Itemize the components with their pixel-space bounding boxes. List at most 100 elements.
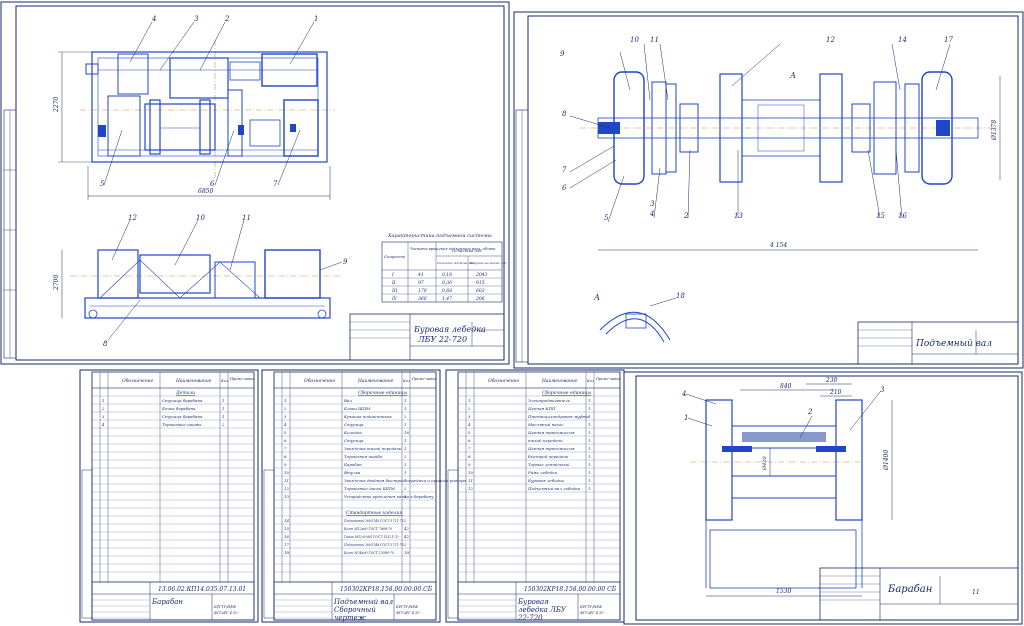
spec-item-qty: 1 bbox=[222, 414, 225, 419]
spec-item-qty: 2 bbox=[221, 422, 225, 427]
spec-code: 150302КР18.158.00.00.00 СБ bbox=[524, 586, 617, 593]
spec-item-name: Ступица bbox=[344, 422, 364, 427]
spec-col-designation: Обозначение bbox=[304, 377, 336, 384]
balloon-7: 7 bbox=[273, 180, 278, 188]
spec-std-name: Болт М24х90 ГОСТ 15589-70 bbox=[343, 551, 394, 555]
spec-item-pos: 9 bbox=[468, 462, 471, 467]
spec-org-2: ФГГиРГ 4-10 bbox=[580, 611, 604, 615]
spec-col-name: Наименование bbox=[175, 378, 212, 384]
balloon-2: 2 bbox=[224, 15, 230, 23]
dim-winch-height: 2700 bbox=[53, 275, 60, 291]
table-cell: 170 bbox=[418, 288, 427, 294]
col-tackle: Оснастка 5х6 bbox=[452, 248, 482, 253]
balloon-10: 10 bbox=[196, 214, 205, 222]
spec-item-qty: 1 bbox=[588, 398, 591, 403]
spec-item-pos: 10 bbox=[284, 470, 290, 475]
spec-item-name: Масляный насос bbox=[527, 422, 564, 427]
balloon-s4-3: 3 bbox=[880, 386, 885, 394]
table-title: Характеристика подъемной системы bbox=[387, 233, 492, 239]
spec-item-qty: 2 bbox=[403, 414, 407, 419]
spec-item-qty: 1 bbox=[588, 430, 591, 435]
spec-item-pos: 7 bbox=[468, 446, 471, 451]
drum-section: 1530 840 230 210 Ø1400 Ø420 1 4 2 3 bbox=[681, 377, 893, 597]
spec-title: Барабан bbox=[151, 598, 183, 606]
spec-item-pos: 3 bbox=[284, 414, 287, 419]
spec-item-name: Цепная трансмиссия bbox=[528, 430, 575, 435]
spec-std-pos: 15 bbox=[284, 526, 290, 531]
spec-item-pos: 10 bbox=[468, 470, 474, 475]
table-cell: 0,36 bbox=[442, 280, 452, 286]
spec-std-pos: 14 bbox=[284, 518, 290, 523]
balloon-4: 4 bbox=[151, 15, 156, 23]
dim-shaft-dia: Ø1378 bbox=[991, 120, 998, 141]
spec-sheet-spec3: Обозначение Наименование Кол. Приме-чание Сб… bbox=[445, 369, 625, 623]
table-cell: 41 bbox=[417, 272, 424, 278]
spec-col-designation: Обозначение bbox=[488, 377, 520, 384]
table-cell: 206 bbox=[475, 296, 485, 302]
spec-item-pos: 11 bbox=[284, 478, 289, 483]
balloon-11: 11 bbox=[242, 214, 251, 222]
balloon-s2-10: 10 bbox=[630, 36, 639, 44]
spec-item-name: Барабан bbox=[343, 462, 362, 467]
spec-item-qty: 1 bbox=[588, 462, 591, 467]
table-cell: 2043 bbox=[475, 272, 488, 278]
spec-item-qty: 1 bbox=[404, 446, 407, 451]
spec-col-qty: Кол. bbox=[220, 379, 229, 383]
spec-item-name: Цепная трансмиссия bbox=[528, 446, 575, 451]
spec-item-name: Ступица bbox=[344, 438, 364, 443]
dim-drum-right2: 210 bbox=[829, 389, 842, 396]
spec-col-name: Наименование bbox=[541, 378, 578, 384]
spec-item-pos: 12 bbox=[468, 486, 474, 491]
table-cell: 0,18 bbox=[442, 272, 452, 278]
spec-col-note: Приме-чание bbox=[595, 377, 621, 381]
sheet4-sheet-no: 11 bbox=[972, 589, 980, 596]
balloon-s2-18: 18 bbox=[676, 292, 685, 300]
spec-item-name: Звездочка тихой передачи bbox=[344, 446, 402, 451]
spec-item-name: Ступица барабана bbox=[162, 398, 203, 403]
balloon-s2-12: 12 bbox=[826, 36, 835, 44]
spec-item-qty: 1 bbox=[588, 454, 591, 459]
spec-item-name: Рама лебедки bbox=[527, 470, 558, 475]
spec-item-name: Колодки bbox=[343, 430, 362, 435]
spec-item-pos: 4 bbox=[467, 422, 471, 427]
spec-org-2: ФГГиРГ 4-10 bbox=[214, 611, 238, 615]
balloon-6: 6 bbox=[210, 180, 215, 188]
spec-std-qty: 42 bbox=[403, 526, 410, 531]
balloon-s2-7: 7 bbox=[562, 166, 567, 174]
spec-item-qty: 2 bbox=[403, 486, 407, 491]
spec-col-qty: Кол. bbox=[402, 379, 411, 383]
balloon-3: 3 bbox=[194, 15, 199, 23]
spec-std-qty: 18 bbox=[404, 550, 410, 555]
spec-item-name: Буровая лебедка bbox=[527, 478, 565, 483]
balloon-s2-6: 6 bbox=[562, 184, 567, 192]
spec-org: БРГТУ/НЕФ bbox=[213, 605, 236, 609]
spec-item-name: Пневмоцилиндровая муфта bbox=[527, 414, 589, 419]
spec-item-pos: 13 bbox=[284, 494, 290, 499]
spec-std-name: Подшипник 3003740 ГОСТ 5721-75 bbox=[343, 519, 404, 523]
spec-item-pos: 6 bbox=[284, 438, 287, 443]
spec-section: Сборочные единицы bbox=[358, 389, 407, 396]
balloon-5: 5 bbox=[100, 180, 105, 188]
spec-item-pos: 8 bbox=[284, 454, 287, 459]
spec-code: 150302КР18.158.00.00.00.СБ bbox=[340, 586, 433, 593]
spec-item-name: Бочка барабана bbox=[161, 406, 196, 411]
spec-std-pos: 16 bbox=[284, 534, 290, 539]
dim-winch-width: 2270 bbox=[53, 97, 60, 113]
spec-item-qty: 1 bbox=[404, 470, 407, 475]
spec-item-qty: 1 bbox=[404, 494, 407, 499]
spec-std-pos: 18 bbox=[284, 550, 290, 555]
table-cell: III bbox=[391, 288, 398, 294]
spec-item-pos: 3 bbox=[468, 414, 471, 419]
table-cell: 603 bbox=[476, 288, 485, 294]
spec-col-qty: Кол. bbox=[586, 379, 595, 383]
spec-item-qty: 1 bbox=[404, 398, 407, 403]
col-load: Нагрузка на крюке, кН bbox=[468, 261, 506, 265]
table-cell: IV bbox=[391, 296, 398, 302]
spec-item-name: Тормозная шайба bbox=[344, 454, 383, 459]
spec-item-qty: 1 bbox=[222, 406, 225, 411]
dim-drum-top: 840 bbox=[780, 383, 792, 390]
spec-item-pos: 2 bbox=[283, 406, 287, 411]
dim-drum-dia2: Ø420 bbox=[761, 456, 768, 471]
dim-drum-right1: 230 bbox=[825, 377, 838, 384]
spec-col-name: Наименование bbox=[357, 378, 394, 384]
